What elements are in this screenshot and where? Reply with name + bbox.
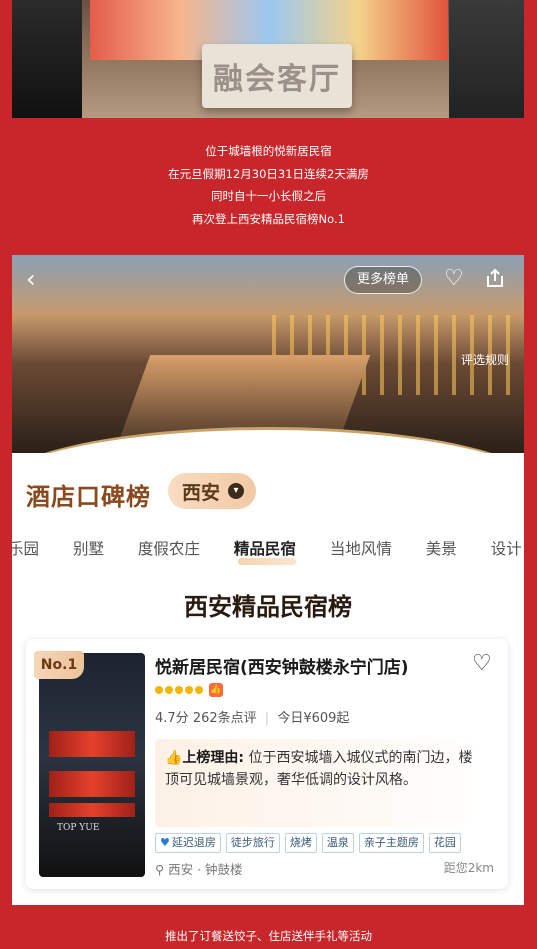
review-count: 262条点评 <box>192 711 257 726</box>
venue-sign: 融会客厅 <box>202 44 352 108</box>
intro-line: 再次登上西安精品民宿榜No.1 <box>192 211 345 226</box>
tag-late-checkout: ♥ 延迟退房 <box>155 833 221 853</box>
page: 融会客厅 位于城墙根的悦新居民宿 在元旦假期12月30日31日连续2天满房 同时… <box>0 0 537 949</box>
venue-photo: 融会客厅 <box>12 0 524 118</box>
hero-banner: ‹ 更多榜单 ♡ 评选规则 <box>12 255 524 453</box>
chevron-left-icon[interactable]: ‹ <box>26 267 36 291</box>
hotel-image[interactable]: TOP YUE <box>39 653 145 877</box>
share-icon[interactable] <box>484 267 506 289</box>
thumbs-up-badge-icon: 👍 <box>209 683 223 697</box>
star-icon <box>175 686 183 694</box>
footer-text: 推出了订餐送饺子、住店送伴手礼等活动 <box>165 929 372 943</box>
display-case <box>12 0 82 118</box>
tab-scenery[interactable]: 美景 <box>426 537 457 559</box>
intro-line: 同时自十一小长假之后 <box>211 189 326 203</box>
star-icon <box>155 686 163 694</box>
ranking-reason: 👍上榜理由: 位于西安城墙入城仪式的南门边，楼顶可见城墙景观，奢华低调的设计风格… <box>155 739 495 827</box>
favorite-heart-icon[interactable]: ♡ <box>472 651 492 676</box>
hotel-metrics: 4.7分 262条点评 | 今日¥609起 <box>155 707 349 726</box>
tab-local[interactable]: 当地风情 <box>330 537 392 559</box>
tag-family-room: 亲子主题房 <box>358 833 424 853</box>
window-light <box>49 771 135 797</box>
tag-hot-spring: 温泉 <box>321 833 354 853</box>
thumbs-up-icon: 👍 <box>165 750 183 766</box>
reason-label: 上榜理由: <box>182 750 245 766</box>
location-text: 西安 · 钟鼓楼 <box>168 862 243 877</box>
board-title: 酒店口碑榜 <box>26 482 151 511</box>
location: ⚲ 西安 · 钟鼓楼 <box>155 859 243 878</box>
divider: | <box>264 711 270 726</box>
intro-text: 位于城墙根的悦新居民宿 在元旦假期12月30日31日连续2天满房 同时自十一小长… <box>0 140 537 230</box>
hotel-name[interactable]: 悦新居民宿(西安钟鼓楼永宁门店) <box>155 653 409 678</box>
app-screenshot: ‹ 更多榜单 ♡ 评选规则 酒店口碑榜 西安 ▾ 乐园 别墅 度假农庄 精品民宿… <box>12 255 524 905</box>
tab-design[interactable]: 设计 <box>491 537 522 559</box>
rating-score: 4.7分 <box>155 711 189 726</box>
rank-badge: No.1 <box>34 651 84 679</box>
window-light <box>49 731 135 757</box>
tag-label: 延迟退房 <box>171 836 216 849</box>
intro-line: 位于城墙根的悦新居民宿 <box>205 144 332 158</box>
heart-outline-icon[interactable]: ♡ <box>444 267 464 291</box>
chevron-down-icon: ▾ <box>228 483 245 499</box>
venue-sign-text: 融会客厅 <box>213 62 341 97</box>
star-rating: 👍 <box>155 683 223 697</box>
star-icon <box>185 686 193 694</box>
window-light <box>49 803 135 817</box>
tag-hiking: 徒步旅行 <box>225 833 280 853</box>
star-icon <box>165 686 173 694</box>
poster-stand <box>449 0 524 118</box>
tab-farm[interactable]: 度假农庄 <box>138 537 200 559</box>
tab-villa[interactable]: 别墅 <box>73 537 104 559</box>
hero-arc <box>12 427 524 453</box>
city-selector[interactable]: 西安 ▾ <box>168 473 257 509</box>
active-tab-indicator <box>238 558 296 565</box>
tab-leyuan[interactable]: 乐园 <box>12 537 39 559</box>
feature-tags: ♥ 延迟退房 徒步旅行 烧烤 温泉 亲子主题房 花园 <box>155 833 461 853</box>
selection-rules-link[interactable]: 评选规则 <box>461 351 509 368</box>
tag-bbq: 烧烤 <box>284 833 317 853</box>
star-icon <box>195 686 203 694</box>
city-label: 西安 <box>182 481 221 504</box>
heart-badge-icon: ♥ <box>160 836 170 849</box>
list-title: 西安精品民宿榜 <box>184 592 352 621</box>
location-pin-icon: ⚲ <box>155 862 165 877</box>
price: 今日¥609起 <box>277 711 350 726</box>
tab-boutique[interactable]: 精品民宿 <box>234 537 296 559</box>
tag-garden: 花园 <box>428 833 461 853</box>
distance: 距您2km <box>443 861 494 875</box>
hotel-card[interactable]: TOP YUE No.1 悦新居民宿(西安钟鼓楼永宁门店) ♡ 👍 4.7分 2… <box>26 639 508 889</box>
intro-line: 在元旦假期12月30日31日连续2天满房 <box>168 166 369 181</box>
hotel-logo: TOP YUE <box>57 823 100 833</box>
more-rankings-button[interactable]: 更多榜单 <box>344 266 423 294</box>
